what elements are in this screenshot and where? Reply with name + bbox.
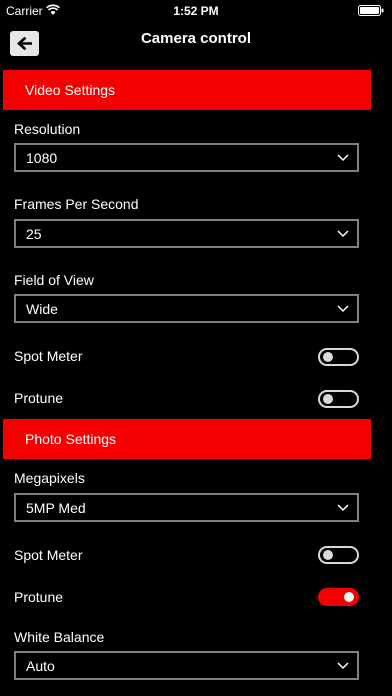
megapixels-select[interactable]: 5MP Med bbox=[14, 493, 359, 522]
resolution-value: 1080 bbox=[26, 150, 58, 166]
photo-protune-toggle[interactable] bbox=[318, 588, 359, 606]
white-balance-value: Auto bbox=[26, 658, 55, 674]
fov-label: Field of View bbox=[14, 272, 94, 288]
photo-spot-meter-toggle[interactable] bbox=[318, 546, 359, 564]
chevron-down-icon bbox=[337, 305, 349, 313]
toggle-knob bbox=[323, 550, 333, 560]
video-protune-label: Protune bbox=[14, 390, 64, 406]
status-bar: Carrier 1:52 PM bbox=[0, 0, 392, 20]
resolution-select[interactable]: 1080 bbox=[14, 143, 359, 172]
fov-select[interactable]: Wide bbox=[14, 294, 359, 323]
status-time: 1:52 PM bbox=[173, 4, 219, 18]
nav-bar: Camera control bbox=[0, 20, 392, 66]
white-balance-label: White Balance bbox=[14, 629, 105, 645]
chevron-down-icon bbox=[337, 230, 349, 238]
battery-icon bbox=[358, 5, 384, 16]
toggle-knob bbox=[323, 352, 333, 362]
photo-settings-header: Photo Settings bbox=[3, 419, 371, 459]
photo-protune-label: Protune bbox=[14, 589, 64, 605]
chevron-down-icon bbox=[337, 154, 349, 162]
page-title: Camera control bbox=[140, 30, 252, 47]
fps-value: 25 bbox=[26, 226, 42, 242]
fov-value: Wide bbox=[26, 301, 58, 317]
fps-label: Frames Per Second bbox=[14, 196, 139, 212]
fps-select[interactable]: 25 bbox=[14, 219, 359, 248]
photo-spot-meter-label: Spot Meter bbox=[14, 547, 83, 563]
toggle-knob bbox=[344, 592, 354, 602]
chevron-down-icon bbox=[337, 504, 349, 512]
video-protune-toggle[interactable] bbox=[318, 390, 359, 408]
toggle-knob bbox=[323, 394, 333, 404]
video-spot-meter-label: Spot Meter bbox=[14, 348, 83, 364]
video-settings-header: Video Settings bbox=[3, 70, 371, 110]
megapixels-value: 5MP Med bbox=[26, 500, 86, 516]
resolution-label: Resolution bbox=[14, 121, 81, 137]
white-balance-select[interactable]: Auto bbox=[14, 651, 359, 680]
megapixels-label: Megapixels bbox=[14, 470, 85, 486]
chevron-down-icon bbox=[337, 662, 349, 670]
video-spot-meter-toggle[interactable] bbox=[318, 348, 359, 366]
